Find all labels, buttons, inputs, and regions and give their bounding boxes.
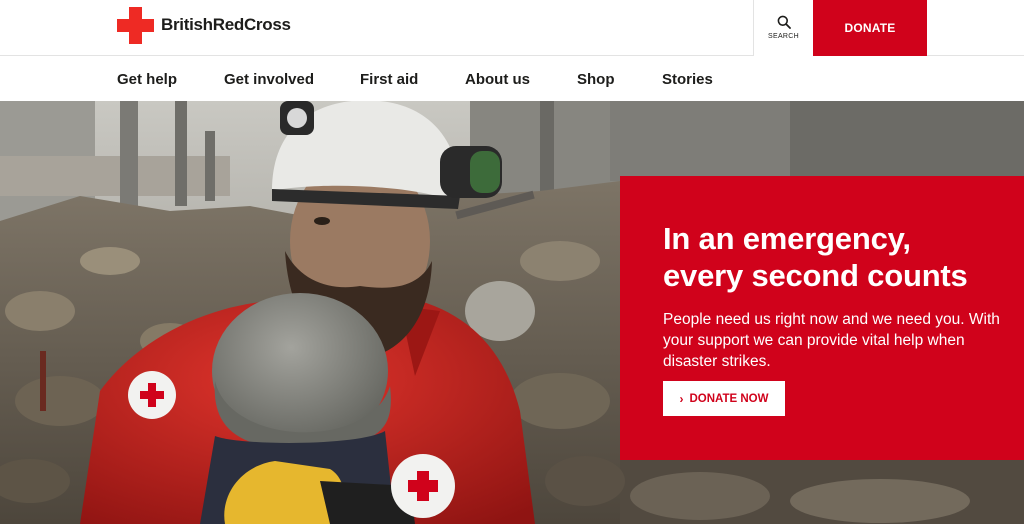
hero-section: In an emergency, every second counts Peo…	[0, 101, 1024, 524]
hero-body-text: People need us right now and we need you…	[663, 311, 1000, 370]
nav-item-about-us[interactable]: About us	[465, 71, 530, 88]
donate-now-label: DONATE NOW	[689, 392, 769, 405]
donate-now-button[interactable]: › DONATE NOW	[663, 381, 785, 416]
nav-item-stories[interactable]: Stories	[662, 71, 713, 88]
nav-item-get-help[interactable]: Get help	[117, 71, 177, 88]
search-label: SEARCH	[768, 32, 799, 40]
red-cross-logo-icon	[117, 6, 154, 44]
hero-title-line2: every second counts	[663, 258, 968, 293]
hero-title-line1: In an emergency,	[663, 221, 911, 256]
hero-panel: In an emergency, every second counts Peo…	[620, 176, 1024, 460]
logo-link[interactable]: BritishRedCross	[117, 6, 291, 44]
logo-text: BritishRedCross	[161, 15, 291, 34]
main-nav: Get help Get involved First aid About us…	[0, 56, 1024, 101]
nav-item-first-aid[interactable]: First aid	[360, 71, 418, 88]
search-icon	[777, 15, 791, 29]
site-header: BritishRedCross SEARCH DONATE	[0, 0, 1024, 56]
donate-button[interactable]: DONATE	[813, 0, 927, 56]
chevron-right-icon: ›	[679, 391, 684, 406]
nav-item-shop[interactable]: Shop	[577, 71, 615, 88]
search-button[interactable]: SEARCH	[753, 0, 813, 56]
nav-item-get-involved[interactable]: Get involved	[224, 71, 314, 88]
hero-title: In an emergency, every second counts	[663, 220, 1013, 294]
